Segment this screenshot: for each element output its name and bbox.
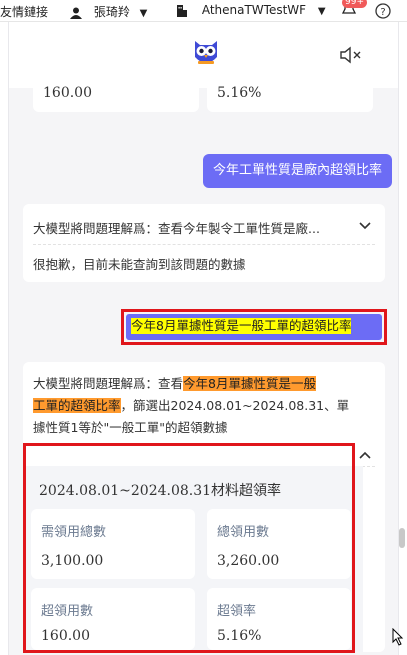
ai-answer-1: 大模型將問題理解爲：查看今年製令工單性質是廠... 很抱歉，目前未能查詢到該問題… [23, 204, 385, 282]
user-menu[interactable]: 張琦羚 ▼ [70, 3, 147, 20]
building-icon [177, 4, 187, 17]
chevron-up-icon[interactable] [359, 450, 371, 460]
company-caret-icon: ▼ [317, 6, 326, 17]
ai-interp-line-3: 據性質1等於"一般工單"的超領數據 [33, 420, 228, 435]
company-name: AthenaTWTestWF [201, 3, 307, 17]
chat-panel: 160.00 5.16% 今年工單性質是廠內超領比率 大模型將問題理解爲：查看今… [8, 22, 399, 655]
chat-scrollbar[interactable] [399, 528, 405, 548]
ai-interpretation-1: 大模型將問題理解爲：查看今年製令工單性質是廠... [33, 221, 320, 236]
prev-stat-value-right: 5.16% [217, 85, 262, 101]
ai-interp-prefix: 大模型將問題理解爲：查看 [33, 376, 184, 391]
divider [33, 244, 375, 245]
svg-text:?: ? [380, 7, 385, 18]
ai-interp-suffix: ，篩選出2024.08.01~2024.08.31、單 [120, 398, 350, 413]
user-caret-icon: ▼ [139, 8, 148, 19]
notifications-button[interactable]: 99+ [342, 0, 367, 18]
friend-links-link[interactable]: 友情鏈接 [0, 3, 48, 20]
ai-reply-1: 很抱歉，目前未能查詢到該問題的數據 [33, 257, 246, 272]
user-icon [70, 7, 82, 19]
company-menu[interactable]: AthenaTWTestWF ▼ [176, 3, 326, 17]
top-navigation-bar: 友情鏈接 張琦羚 ▼ AthenaTWTestWF ▼ 99+ ? [0, 0, 407, 22]
notification-badge: 99+ [342, 0, 367, 8]
ai-interp-highlight-2: 工單的超領比率 [33, 398, 121, 413]
user-message-2: 今年8月單據性質是一般工單的超領比率 [126, 314, 382, 340]
user-message-2-text: 今年8月單據性質是一般工單的超領比率 [131, 318, 352, 334]
owl-logo-icon [195, 41, 217, 64]
annotation-box-result [23, 443, 355, 653]
mute-icon[interactable] [339, 46, 363, 64]
cursor-icon [392, 628, 404, 646]
help-icon[interactable]: ? [375, 3, 391, 19]
chevron-down-icon[interactable] [359, 221, 371, 231]
user-name: 張琦羚 [93, 5, 130, 19]
prev-stat-card-right: 5.16% [207, 72, 373, 112]
user-message-1: 今年工單性質是廠內超領比率 [202, 154, 392, 188]
ai-interpretation-2: 大模型將問題理解爲：查看今年8月單據性質是一般 工單的超領比率，篩選出2024.… [33, 373, 363, 439]
ai-interp-highlight-1: 今年8月單據性質是一般 [183, 376, 316, 391]
prev-stat-value-left: 160.00 [43, 85, 92, 101]
prev-stat-card-left: 160.00 [33, 72, 199, 112]
